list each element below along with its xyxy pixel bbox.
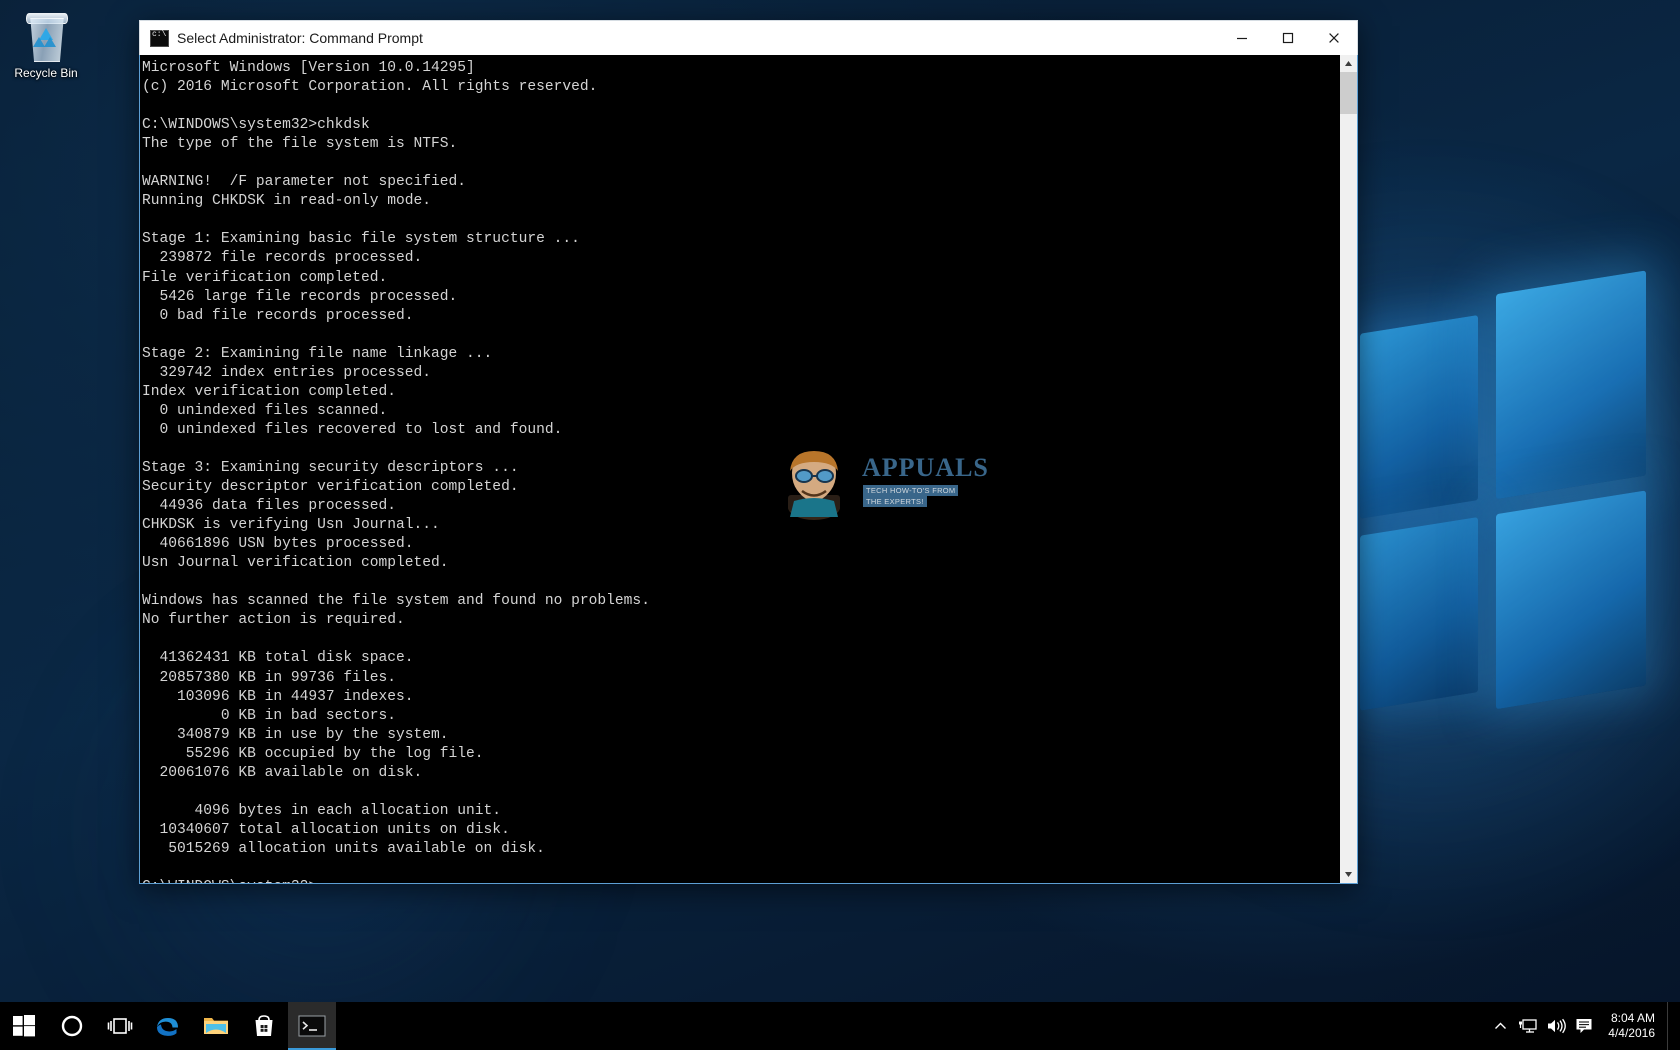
- clock-time: 8:04 AM: [1610, 1011, 1655, 1025]
- desktop-icon-label: Recycle Bin: [14, 66, 78, 80]
- cortana-circle-icon: [61, 1015, 83, 1037]
- minimize-icon: [1237, 37, 1247, 40]
- maximize-button[interactable]: [1265, 21, 1311, 55]
- windows-logo-icon: [13, 1015, 35, 1037]
- edge-icon: [157, 1018, 178, 1036]
- command-prompt-window[interactable]: Select Administrator: Command Prompt: [139, 20, 1358, 884]
- taskbar[interactable]: 8:04 AM 4/4/2016: [0, 1002, 1680, 1050]
- store-button[interactable]: [240, 1002, 288, 1050]
- desktop-background[interactable]: Recycle Bin Select Administrator: Comman…: [0, 0, 1680, 1050]
- task-view-icon: [107, 1018, 133, 1034]
- command-prompt-button[interactable]: [288, 1002, 336, 1050]
- network-button[interactable]: [1514, 1002, 1542, 1050]
- console-scrollbar[interactable]: [1339, 55, 1357, 883]
- chevron-up-icon: [1494, 1022, 1506, 1029]
- show-desktop-button[interactable]: [1667, 1002, 1676, 1050]
- window-titlebar[interactable]: Select Administrator: Command Prompt: [139, 20, 1358, 55]
- network-icon: [1519, 1019, 1537, 1033]
- speaker-icon: [1548, 1018, 1567, 1034]
- chevron-up-icon: [1345, 61, 1352, 66]
- desktop-icon-recycle-bin[interactable]: Recycle Bin: [8, 6, 84, 80]
- edge-button[interactable]: [144, 1002, 192, 1050]
- cortana-button[interactable]: [48, 1002, 96, 1050]
- volume-button[interactable]: [1542, 1002, 1570, 1050]
- window-controls: [1219, 21, 1357, 55]
- scrollbar-up-button[interactable]: [1340, 55, 1357, 72]
- show-hidden-icons-button[interactable]: [1486, 1002, 1514, 1050]
- close-icon: [1329, 33, 1339, 43]
- chevron-down-icon: [1345, 872, 1352, 877]
- console-output-area[interactable]: Microsoft Windows [Version 10.0.14295] (…: [140, 55, 1339, 883]
- store-bag-icon: [255, 1015, 273, 1036]
- clock[interactable]: 8:04 AM 4/4/2016: [1598, 1011, 1667, 1041]
- window-title: Select Administrator: Command Prompt: [177, 30, 423, 46]
- folder-icon: [204, 1018, 228, 1034]
- command-prompt-taskbar-icon: [298, 1015, 326, 1037]
- maximize-icon: [1282, 32, 1294, 44]
- minimize-button[interactable]: [1219, 21, 1265, 55]
- clock-date: 4/4/2016: [1608, 1026, 1655, 1040]
- task-view-button[interactable]: [96, 1002, 144, 1050]
- console-body[interactable]: Microsoft Windows [Version 10.0.14295] (…: [139, 55, 1358, 884]
- action-center-icon: [1576, 1019, 1592, 1033]
- console-output-text: Microsoft Windows [Version 10.0.14295] (…: [142, 60, 650, 883]
- recycle-bin-icon: [22, 12, 70, 62]
- system-tray: 8:04 AM 4/4/2016: [1486, 1002, 1680, 1050]
- scrollbar-track[interactable]: [1340, 72, 1357, 866]
- start-button[interactable]: [0, 1002, 48, 1050]
- scrollbar-down-button[interactable]: [1340, 866, 1357, 883]
- action-center-button[interactable]: [1570, 1002, 1598, 1050]
- close-button[interactable]: [1311, 21, 1357, 55]
- windows-logo-wallpaper: [1330, 251, 1680, 758]
- command-prompt-icon: [150, 29, 169, 47]
- scrollbar-thumb[interactable]: [1340, 72, 1357, 114]
- file-explorer-button[interactable]: [192, 1002, 240, 1050]
